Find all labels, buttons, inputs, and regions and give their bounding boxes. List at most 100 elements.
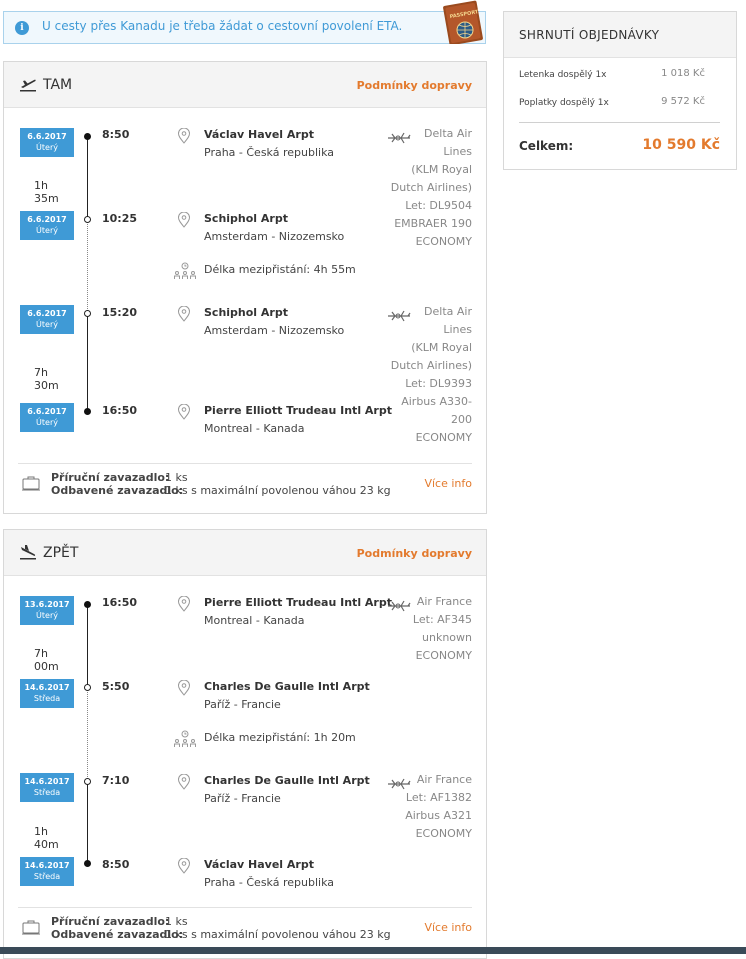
arrival-time: 5:50 bbox=[102, 680, 130, 693]
arrival-time: 10:25 bbox=[102, 212, 138, 225]
airport-city: Praha - Česká republika bbox=[204, 876, 334, 889]
passport-icon: PASSPORT bbox=[443, 0, 483, 44]
layover-people-icon bbox=[174, 730, 196, 747]
divider bbox=[18, 463, 472, 464]
departure-time: 16:50 bbox=[102, 596, 138, 609]
timeline-node bbox=[84, 601, 91, 608]
checked-baggage-value: 1 ks s maximální povolenou váhou 23 kg bbox=[165, 928, 391, 941]
checked-baggage-label: Odbavené zavazadlo: bbox=[51, 484, 184, 497]
eta-info-banner: i U cesty přes Kanadu je třeba žádat o c… bbox=[3, 11, 486, 44]
carrier-info: Delta Air Lines (KLM Royal Dutch Airline… bbox=[390, 127, 472, 248]
airport-name: Charles De Gaulle Intl Arpt bbox=[204, 680, 370, 693]
segment-line bbox=[87, 136, 88, 219]
footer-bar bbox=[0, 947, 746, 954]
checked-baggage-value: 1 ks s maximální povolenou váhou 23 kg bbox=[165, 484, 391, 497]
timeline-node bbox=[84, 408, 91, 415]
timeline-node bbox=[84, 216, 91, 223]
divider bbox=[519, 122, 720, 123]
departure-time: 8:50 bbox=[102, 128, 130, 141]
fees-value: 9 572 Kč bbox=[661, 96, 705, 107]
timeline-node bbox=[84, 860, 91, 867]
timeline-node bbox=[84, 684, 91, 691]
order-summary-header: SHRNUTÍ OBJEDNÁVKY bbox=[504, 12, 736, 58]
baggage-more-info-link[interactable]: Více info bbox=[424, 921, 472, 934]
segment-line bbox=[87, 782, 88, 864]
location-pin-icon bbox=[177, 404, 191, 420]
layover-duration: Délka mezipřistání: 4h 55m bbox=[204, 263, 356, 276]
cabin-baggage-label: Příruční zavazadlo: bbox=[51, 471, 170, 484]
baggage-more-info-link[interactable]: Více info bbox=[424, 477, 472, 490]
location-pin-icon bbox=[177, 128, 191, 144]
date-badge: 14.6.2017 Středa bbox=[20, 679, 74, 708]
airport-city: Montreal - Kanada bbox=[204, 422, 305, 435]
flight-duration: 7h 00m bbox=[34, 647, 59, 673]
takeoff-icon bbox=[20, 79, 36, 92]
airport-city: Praha - Česká republika bbox=[204, 146, 334, 159]
layover-duration: Délka mezipřistání: 1h 20m bbox=[204, 731, 356, 744]
outbound-title: TAM bbox=[43, 77, 73, 93]
layover-line bbox=[87, 688, 88, 781]
departure-time: 7:10 bbox=[102, 774, 130, 787]
inbound-card: ZPĚT Podmínky dopravy 13.6.2017 Úterý 16:… bbox=[3, 529, 487, 959]
ticket-price-label: Letenka dospělý 1x bbox=[519, 70, 607, 80]
airport-name: Václav Havel Arpt bbox=[204, 128, 314, 141]
airport-name: Pierre Elliott Trudeau Intl Arpt bbox=[204, 596, 392, 609]
order-summary-title: SHRNUTÍ OBJEDNÁVKY bbox=[519, 28, 660, 42]
date-badge: 6.6.2017 Úterý bbox=[20, 128, 74, 157]
flight-duration: 7h 30m bbox=[34, 366, 59, 392]
inbound-header: ZPĚT Podmínky dopravy bbox=[4, 530, 486, 576]
checked-baggage-label: Odbavené zavazadlo: bbox=[51, 928, 184, 941]
airport-city: Amsterdam - Nizozemsko bbox=[204, 324, 345, 337]
inbound-title: ZPĚT bbox=[43, 545, 79, 561]
departure-time: 15:20 bbox=[102, 306, 138, 319]
airport-name: Schiphol Arpt bbox=[204, 306, 288, 319]
location-pin-icon bbox=[177, 680, 191, 696]
carrier-info: Air France Let: AF345 unknown ECONOMY bbox=[412, 595, 472, 662]
divider bbox=[18, 907, 472, 908]
location-pin-icon bbox=[177, 306, 191, 322]
timeline-node bbox=[84, 310, 91, 317]
airport-name: Charles De Gaulle Intl Arpt bbox=[204, 774, 370, 787]
cabin-baggage-value: 1 ks bbox=[165, 471, 188, 484]
timeline-node bbox=[84, 133, 91, 140]
total-price: 10 590 Kč bbox=[642, 137, 720, 153]
date-badge: 14.6.2017 Středa bbox=[20, 857, 74, 886]
outbound-conditions-link[interactable]: Podmínky dopravy bbox=[357, 79, 472, 92]
date-badge: 6.6.2017 Úterý bbox=[20, 211, 74, 240]
order-summary: SHRNUTÍ OBJEDNÁVKY Letenka dospělý 1x 1 … bbox=[503, 11, 737, 170]
total-label: Celkem: bbox=[519, 139, 574, 153]
layover-line bbox=[87, 220, 88, 313]
outbound-card: TAM Podmínky dopravy 6.6.2017 Úterý 8:50 … bbox=[3, 61, 487, 514]
date-badge: 6.6.2017 Úterý bbox=[20, 403, 74, 432]
eta-info-text: U cesty přes Kanadu je třeba žádat o ces… bbox=[42, 19, 403, 33]
cabin-baggage-value: 1 ks bbox=[165, 915, 188, 928]
flight-duration: 1h 35m bbox=[34, 179, 59, 205]
ticket-price-value: 1 018 Kč bbox=[661, 68, 705, 79]
location-pin-icon bbox=[177, 858, 191, 874]
carrier-info: Delta Air Lines (KLM Royal Dutch Airline… bbox=[390, 305, 472, 444]
inbound-conditions-link[interactable]: Podmínky dopravy bbox=[357, 547, 472, 560]
date-badge: 6.6.2017 Úterý bbox=[20, 305, 74, 334]
airport-city: Montreal - Kanada bbox=[204, 614, 305, 627]
luggage-icon bbox=[22, 476, 40, 491]
airport-name: Pierre Elliott Trudeau Intl Arpt bbox=[204, 404, 392, 417]
airport-name: Václav Havel Arpt bbox=[204, 858, 314, 871]
location-pin-icon bbox=[177, 774, 191, 790]
fees-label: Poplatky dospělý 1x bbox=[519, 98, 609, 108]
carrier-info: Air France Let: AF1382 Airbus A321 ECONO… bbox=[405, 773, 472, 840]
airport-city: Paříž - Francie bbox=[204, 698, 281, 711]
date-badge: 14.6.2017 Středa bbox=[20, 773, 74, 802]
arrival-time: 8:50 bbox=[102, 858, 130, 871]
landing-icon bbox=[20, 545, 36, 560]
location-pin-icon bbox=[177, 212, 191, 228]
airport-city: Amsterdam - Nizozemsko bbox=[204, 230, 345, 243]
date-badge: 13.6.2017 Úterý bbox=[20, 596, 74, 625]
location-pin-icon bbox=[177, 596, 191, 612]
timeline-node bbox=[84, 778, 91, 785]
airport-name: Schiphol Arpt bbox=[204, 212, 288, 225]
segment-line bbox=[87, 604, 88, 687]
cabin-baggage-label: Příruční zavazadlo: bbox=[51, 915, 170, 928]
layover-people-icon bbox=[174, 262, 196, 279]
luggage-icon bbox=[22, 920, 40, 935]
airport-city: Paříž - Francie bbox=[204, 792, 281, 805]
